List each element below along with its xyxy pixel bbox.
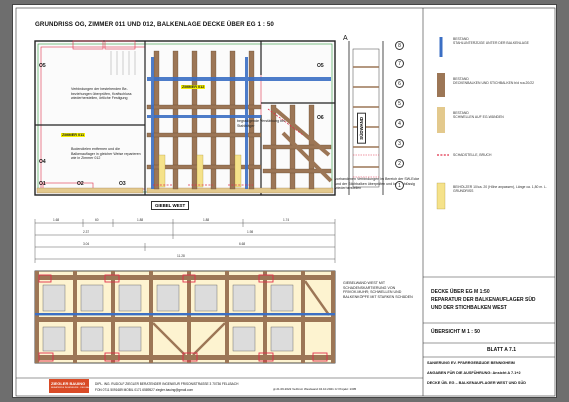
legend-new: BEIHÖLZER 10/ca. 20 (Höhe anpassen), Län… <box>453 185 549 193</box>
axis-marker: 6 <box>395 79 404 88</box>
legend-damage: SCHADSTELLE, BRUCH <box>453 153 553 157</box>
revision-line: gt 21.09.2022 Verbind. Westwand 04.10.20… <box>273 387 357 391</box>
company-contact: FON 0711 5091689 MOBIL 0171 6589527 zieg… <box>95 388 194 392</box>
company-subtitle: BERATENDE INGENIEURE · FELLBACH <box>51 387 92 389</box>
dimension-text: 1.98 <box>247 230 254 234</box>
overview-scale: ÜBERSICHT M 1 : 50 <box>431 329 480 335</box>
axis-marker: 2 <box>395 159 404 168</box>
room-code: O3 <box>119 181 126 187</box>
note-floors: Bodendielen entfernen und die Balkenaufl… <box>71 147 141 161</box>
axis-marker: 4 <box>395 119 404 128</box>
axis-marker: 7 <box>395 59 404 68</box>
note-existing: vorhandenen Verbindungen im Bereich der … <box>335 177 420 191</box>
legend-damage-desc: SCHADSTELLE, BRUCH <box>453 153 492 157</box>
room-011-label: ZIMMER 011 <box>61 133 86 137</box>
legend-beams: BESTAND DECKENBALKEN UND STICHBALKEN b/d… <box>453 77 553 85</box>
floor-plan <box>34 40 336 196</box>
dimension-text: 3.04 <box>83 242 90 246</box>
axis-A-label: A <box>343 35 348 42</box>
gable-west-label: GIEBEL WEST <box>151 201 190 210</box>
project-line2: ANGABEN FÜR DIE AUSFÜHRUNG: Ansicht A 7.… <box>427 371 521 375</box>
dimension-text: 1.88 <box>137 218 144 222</box>
project-line3: DECKE ÜB. EG – BALKENAUFLAGER WEST UND S… <box>427 381 526 385</box>
legend-sills: BESTAND SCHWELLEN AUF EG-WÄNDEN <box>453 111 553 119</box>
legend-sills-desc: SCHWELLEN AUF EG-WÄNDEN <box>453 115 504 120</box>
drawing-canvas <box>15 7 556 397</box>
axis-marker: 5 <box>395 99 404 108</box>
sheet-number: BLATT A 7.1 <box>487 347 516 353</box>
axis-marker: 1 <box>395 181 404 190</box>
drawing-sheet: GRUNDRISS OG, ZIMMER 011 UND 012, BALKEN… <box>12 4 557 398</box>
gable-wall-elevation <box>34 270 336 364</box>
room-012-label: ZIMMER 012 <box>181 85 206 89</box>
project-line1: SANIERUNG EV. PFARRGEBÄUDE BENNIGHEIM <box>427 361 515 365</box>
room-code: O4 <box>39 159 46 165</box>
dimension-text: 6.68 <box>239 242 246 246</box>
legend-beams-desc: DECKENBALKEN UND STICHBALKEN b/d rca.20/… <box>453 81 535 86</box>
legend-steel: BESTAND STAHLUNTERZÜGE UNTER DER BALKENL… <box>453 37 553 45</box>
title-block-line1: DECKE ÜBER EG M 1:50 <box>431 289 490 295</box>
legend-new-desc: BEIHÖLZER 10/ca. 20 (Höhe anpassen), Län… <box>453 185 547 194</box>
room-code: O5 <box>317 63 324 69</box>
note-gable-wall: GIEBELWAND WEST MIT SCHADENSKARTIERUNG V… <box>343 281 413 299</box>
room-code: O5 <box>39 63 46 69</box>
legend-steel-desc: STAHLUNTERZÜGE UNTER DER BALKENLAGE <box>453 41 529 46</box>
dimension-text: 1.74 <box>283 218 290 222</box>
note-connections: Verbindungen der bestehenden Be- beziehu… <box>71 87 132 101</box>
dimension-text: 60 <box>95 218 99 222</box>
axis-marker: 8 <box>395 41 404 50</box>
axis-marker: 3 <box>395 139 404 148</box>
south-wall-elevation <box>348 41 384 195</box>
company-name: ZIEGLER BAUING <box>51 381 86 386</box>
legend-swatches <box>436 37 449 210</box>
dimension-text: 1.68 <box>53 218 60 222</box>
title-block-line3: UND DER STICHBALKEN WEST <box>431 305 507 311</box>
south-wall-label: SÜDWAND <box>357 113 366 144</box>
dimension-lines <box>34 219 336 263</box>
room-code: O2 <box>77 181 84 187</box>
room-code: O1 <box>39 181 46 187</box>
dimension-text: 11.28 <box>177 254 185 258</box>
room-code: O6 <box>317 115 324 121</box>
title-block-line2: REPARATUR DER BALKENAUFLAGER SÜD <box>431 297 536 303</box>
note-deformation: begradigende Verstärkung bei Stahlträger <box>237 119 285 128</box>
sheet-title: GRUNDRISS OG, ZIMMER 011 UND 012, BALKEN… <box>35 21 274 28</box>
company-address: DIPL. ING. RUDOLF ZIEGLER BERATENDER ING… <box>95 382 239 386</box>
dimension-text: 1.88 <box>203 218 210 222</box>
dimension-text: 2.37 <box>83 230 90 234</box>
